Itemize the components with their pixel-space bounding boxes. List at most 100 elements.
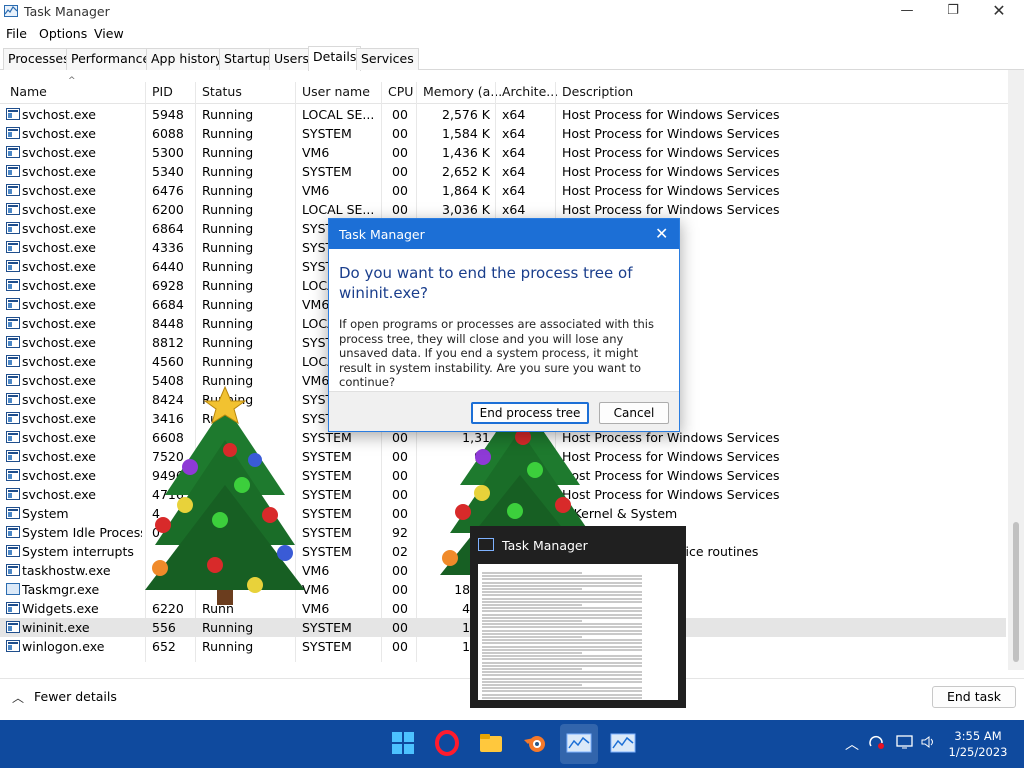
- col-pid[interactable]: PID: [152, 84, 173, 104]
- cell-status: Running: [202, 221, 254, 236]
- process-icon: [6, 602, 20, 614]
- thumbnail-line: [482, 623, 642, 626]
- tab-processes[interactable]: Processes: [3, 48, 75, 70]
- tab-bar: Processes Performance App history Startu…: [0, 44, 1024, 71]
- table-row[interactable]: svchost.exe 5948 Running LOCAL SE... 00 2,576…: [0, 105, 1006, 124]
- table-row[interactable]: svchost.exe 6200 Running LOCAL SE... 00 3,036…: [0, 200, 1006, 219]
- thumbnail-line: [482, 600, 642, 603]
- table-row[interactable]: svchost.exe 6476 Running VM6 00 1,864 K x64 Hos…: [0, 181, 1006, 200]
- thumbnail-line: [482, 581, 642, 584]
- fewer-details-link[interactable]: Fewer details: [34, 689, 117, 704]
- thumbnail-line: [482, 690, 642, 693]
- cell-cpu: 00: [392, 487, 408, 502]
- system-clock[interactable]: 3:55 AM 1/25/2023: [940, 728, 1016, 760]
- cell-status: Running: [202, 620, 254, 635]
- cell-status: Running: [202, 126, 254, 141]
- end-task-button[interactable]: End task: [932, 686, 1016, 708]
- menu-bar: File Options View: [0, 24, 1024, 44]
- process-icon: [6, 260, 20, 272]
- opera-icon[interactable]: [434, 730, 462, 758]
- col-user[interactable]: User name: [302, 84, 370, 104]
- cell-user: LOCAL SE...: [302, 107, 375, 122]
- cell-user: LOCAL SE...: [302, 202, 375, 217]
- table-header: ^ Name PID Status User name CPU Memory (…: [0, 70, 1024, 104]
- scroll-thumb[interactable]: [1013, 522, 1019, 662]
- cell-pid: 8448: [152, 316, 184, 331]
- tab-performance[interactable]: Performance: [66, 48, 156, 70]
- vertical-scrollbar[interactable]: [1008, 70, 1024, 670]
- thumbnail-title: Task Manager: [502, 538, 588, 553]
- monitor-icon[interactable]: [896, 734, 914, 754]
- thumbnail-line: [482, 696, 642, 699]
- cell-name: svchost.exe: [22, 335, 96, 350]
- cell-cpu: 00: [392, 468, 408, 483]
- cell-pid: 556: [152, 620, 176, 635]
- thumbnail-line: [482, 607, 642, 610]
- cell-status: Running: [202, 259, 254, 274]
- col-name[interactable]: Name: [10, 84, 47, 104]
- cell-cpu: 00: [392, 183, 408, 198]
- col-status[interactable]: Status: [202, 84, 242, 104]
- tab-startup[interactable]: Startup: [219, 48, 276, 70]
- cell-user: SYSTEM: [302, 468, 352, 483]
- tab-details[interactable]: Details: [308, 46, 362, 71]
- file-explorer-icon[interactable]: [478, 730, 506, 758]
- cell-name: svchost.exe: [22, 107, 96, 122]
- chevron-up-icon[interactable]: ︿: [12, 689, 24, 706]
- volume-icon[interactable]: [920, 734, 938, 754]
- tab-app-history[interactable]: App history: [146, 48, 228, 70]
- cell-mem: 1,584 K: [442, 126, 490, 141]
- col-description[interactable]: Description: [562, 84, 633, 104]
- cell-name: svchost.exe: [22, 221, 96, 236]
- maximize-button[interactable]: ❐: [930, 0, 976, 24]
- cancel-button[interactable]: Cancel: [599, 402, 669, 424]
- task-manager-taskbar-icon-2[interactable]: [609, 730, 637, 758]
- close-button[interactable]: ✕: [976, 0, 1022, 24]
- cell-name: svchost.exe: [22, 126, 96, 141]
- cell-cpu: 00: [392, 449, 408, 464]
- process-icon: [6, 298, 20, 310]
- start-icon[interactable]: [390, 730, 418, 758]
- process-icon: [6, 222, 20, 234]
- process-icon: [6, 640, 20, 652]
- col-memory[interactable]: Memory (a...: [423, 84, 502, 104]
- cell-user: SYSTEM: [302, 544, 352, 559]
- cell-cpu: 00: [392, 639, 408, 654]
- cell-name: svchost.exe: [22, 468, 96, 483]
- cell-pid: 8812: [152, 335, 184, 350]
- end-process-tree-button[interactable]: End process tree: [471, 402, 589, 424]
- sort-up-icon: ^: [68, 76, 76, 86]
- task-manager-taskbar-icon[interactable]: [565, 730, 593, 758]
- cell-cpu: 00: [392, 202, 408, 217]
- cell-cpu: 00: [392, 145, 408, 160]
- cell-name: svchost.exe: [22, 183, 96, 198]
- table-row[interactable]: svchost.exe 6088 Running SYSTEM 00 1,584 K x64…: [0, 124, 1006, 143]
- table-row[interactable]: svchost.exe 5300 Running VM6 00 1,436 K x64 Hos…: [0, 143, 1006, 162]
- chevron-up-tray-icon[interactable]: ︿: [845, 734, 859, 754]
- cell-user: SYSTEM: [302, 487, 352, 502]
- tab-services[interactable]: Services: [356, 48, 419, 70]
- menu-view[interactable]: View: [94, 26, 124, 41]
- taskbar-thumbnail-preview[interactable]: Task Manager: [470, 526, 686, 708]
- cell-name: svchost.exe: [22, 430, 96, 445]
- cell-arch: x64: [502, 126, 526, 141]
- dialog-close-icon[interactable]: ✕: [655, 224, 668, 243]
- thumbnail-line: [482, 629, 642, 632]
- minimize-button[interactable]: —: [884, 0, 930, 24]
- cell-mem: 2,652 K: [442, 164, 490, 179]
- cell-mem: 1,436 K: [442, 145, 490, 160]
- cell-cpu: 00: [392, 506, 408, 521]
- cell-cpu: 00: [392, 563, 408, 578]
- network-alert-icon[interactable]: [868, 734, 886, 754]
- blender-icon[interactable]: [522, 730, 550, 758]
- cell-name: svchost.exe: [22, 373, 96, 388]
- table-row[interactable]: svchost.exe 5340 Running SYSTEM 00 2,652 K x64…: [0, 162, 1006, 181]
- menu-options[interactable]: Options: [39, 26, 87, 41]
- col-cpu[interactable]: CPU: [388, 84, 413, 104]
- cell-status: Running: [202, 145, 254, 160]
- menu-file[interactable]: File: [6, 26, 27, 41]
- process-icon: [6, 203, 20, 215]
- col-arch[interactable]: Archite...: [502, 84, 558, 104]
- cell-user: SYSTEM: [302, 430, 352, 445]
- thumbnail-line: [482, 610, 642, 613]
